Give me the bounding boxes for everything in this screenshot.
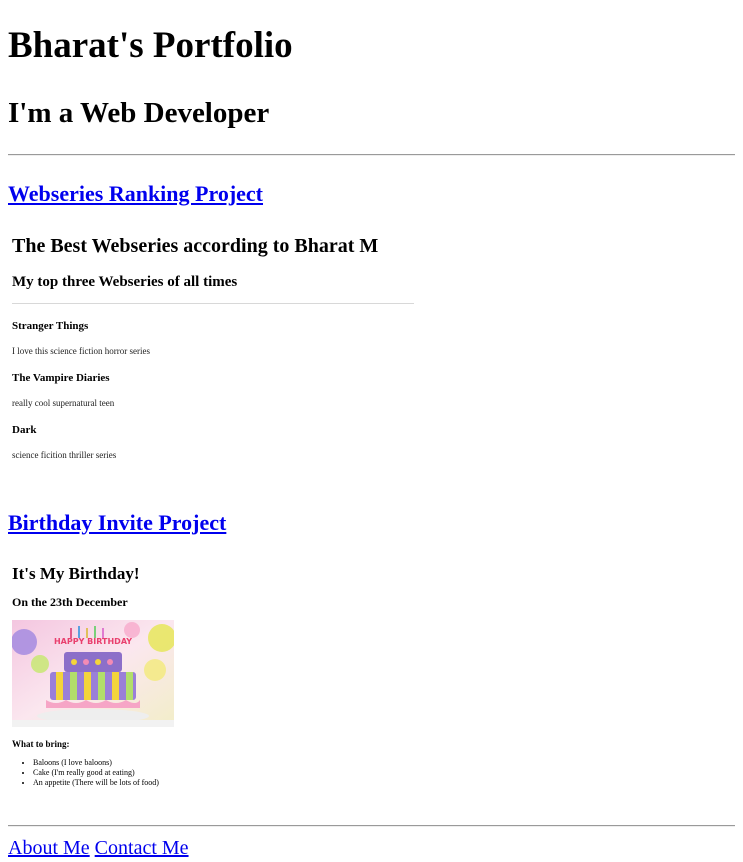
webseries-project-preview[interactable]: The Best Webseries according to Bharat M… [8,228,418,478]
bring-list-item: Cake (I'm really good at eating) [33,768,159,778]
webseries-item-description: really cool supernatural teen [12,398,115,408]
webseries-item-name: Stranger Things [12,320,89,332]
webseries-item-description: I love this science fiction horror serie… [12,346,150,356]
webseries-item-description: science ficition thriller series [12,450,117,460]
webseries-item-name: Dark [12,424,37,436]
birthday-preview-title: It's My Birthday! [12,564,140,583]
cake-topper-text: HAPPY BIRTHDAY [54,637,132,646]
bring-list: Baloons (I love baloons) Cake (I'm reall… [12,758,159,788]
bring-list-item: Baloons (I love baloons) [33,758,159,768]
bring-list-item: An appetite (There will be lots of food) [33,778,159,788]
webseries-preview-title: The Best Webseries according to Bharat M [12,235,379,257]
page-title: Bharat's Portfolio [8,25,293,66]
birthday-cake-image: HAPPY BIRTHDAY [12,620,174,727]
footer-links: About Me Contact Me [8,836,189,860]
footer-divider [8,825,735,827]
page-subtitle: I'm a Web Developer [8,97,270,129]
birthday-project-preview[interactable]: It's My Birthday! On the 23th December H… [8,558,418,798]
webseries-item-name: The Vampire Diaries [12,372,110,384]
birthday-preview-date: On the 23th December [12,595,128,609]
header-divider [8,154,735,156]
webseries-preview-divider [12,303,414,304]
webseries-project-link[interactable]: Webseries Ranking Project [8,181,263,207]
webseries-preview-subtitle: My top three Webseries of all times [12,274,238,290]
about-me-link[interactable]: About Me [8,837,90,859]
contact-me-link[interactable]: Contact Me [95,837,189,859]
bring-heading: What to bring: [12,739,70,749]
birthday-project-link[interactable]: Birthday Invite Project [8,510,226,536]
